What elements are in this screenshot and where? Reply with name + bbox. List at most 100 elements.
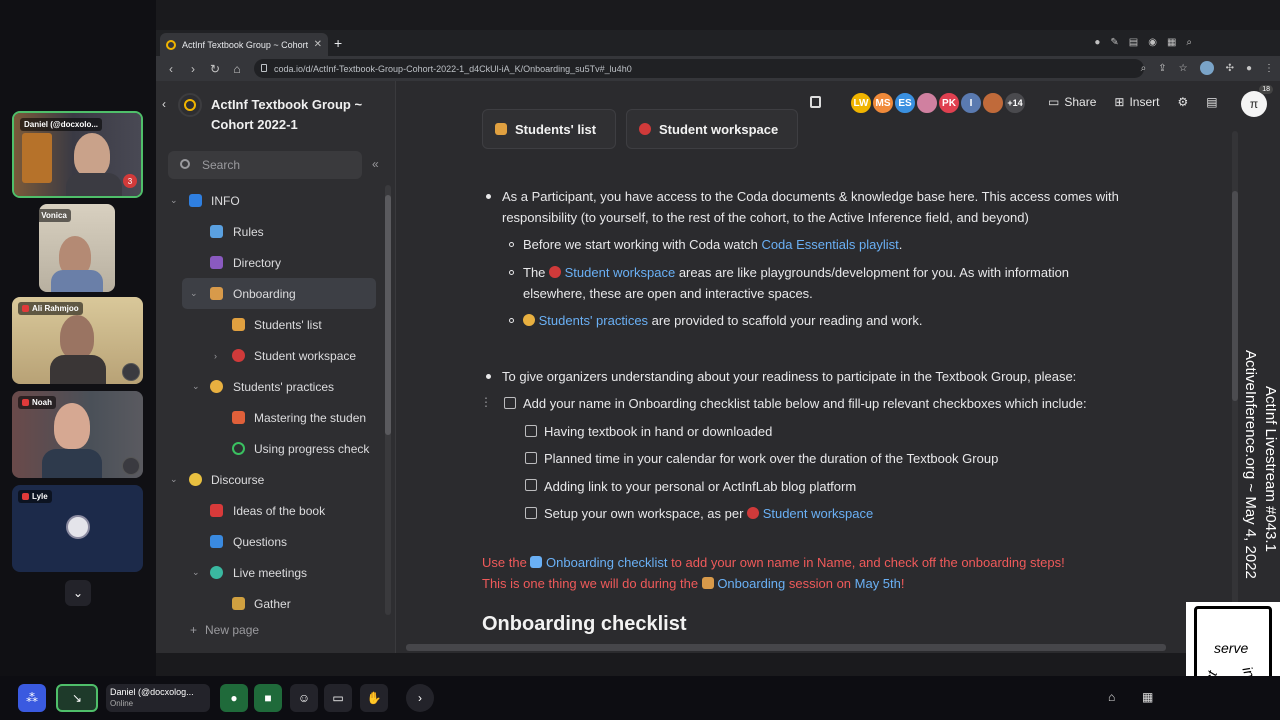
extension-icon[interactable]: ● (1094, 37, 1100, 48)
checkbox[interactable] (504, 397, 516, 409)
sidebar-item-onboarding[interactable]: ⌄ Onboarding (182, 278, 376, 309)
settings-icon[interactable]: ⚙ (1177, 95, 1188, 109)
reload-icon[interactable]: ↻ (204, 62, 226, 76)
sidebar-item-discourse[interactable]: ⌄ Discourse (156, 464, 382, 495)
search-input[interactable]: Search (168, 151, 362, 179)
puzzle-icon[interactable]: ✣ (1226, 63, 1234, 74)
avatar[interactable] (915, 91, 939, 115)
chevron-down-icon[interactable]: ⌄ (190, 288, 198, 299)
student-workspace-link[interactable]: Student workspace (763, 506, 874, 521)
content-scrollbar[interactable] (1232, 131, 1238, 611)
sidebar-item-questions[interactable]: Questions (156, 526, 382, 557)
avatar[interactable]: ES (893, 91, 917, 115)
extension-icon[interactable]: ▦ (1167, 37, 1176, 48)
sidebar-item-rules[interactable]: Rules (156, 216, 382, 247)
menu-icon[interactable]: ⋮ (1264, 63, 1274, 74)
mic-icon[interactable]: ● (220, 684, 248, 712)
coda-essentials-link[interactable]: Coda Essentials playlist (761, 237, 898, 252)
sidebar-item-progress-check[interactable]: Using progress check (156, 433, 382, 464)
onboarding-icon (210, 287, 223, 300)
participant-tile-noah[interactable]: Noah (12, 391, 143, 478)
sidebar-item-label: Mastering the studen (254, 410, 367, 425)
student-workspace-link[interactable]: Student workspace (565, 265, 676, 280)
chevron-left-icon[interactable]: ‹ (162, 97, 166, 111)
chevron-down-icon[interactable]: ⌄ (192, 567, 200, 578)
participant-tile-ali[interactable]: Ali Rahmjoo (12, 297, 143, 384)
sidebar-item-ideas[interactable]: Ideas of the book (156, 495, 382, 526)
url-field[interactable]: coda.io/d/ActInf-Textbook-Group-Cohort-2… (254, 59, 1144, 78)
chevron-down-icon[interactable]: ⌄ (192, 381, 200, 392)
new-tab-button[interactable]: + (334, 35, 342, 51)
notifications-icon[interactable]: π 18 (1241, 85, 1273, 117)
next-icon[interactable]: › (406, 684, 434, 712)
horizontal-scrollbar[interactable] (406, 644, 1166, 651)
screen-share-icon[interactable]: ▭ (324, 684, 352, 712)
zoom-icon[interactable]: ⌕ (1141, 63, 1147, 74)
emoji-icon[interactable]: ☺ (290, 684, 318, 712)
comment-icon[interactable]: ▤ (1206, 95, 1217, 109)
chat-icon[interactable]: ⌂ (1108, 690, 1115, 704)
participant-tile-ion[interactable]: Ion Vonica (39, 204, 115, 292)
students-practices-link[interactable]: Students' practices (539, 313, 648, 328)
checkbox[interactable] (525, 479, 537, 491)
user-icon[interactable]: ● (1246, 63, 1252, 74)
student-workspace-button[interactable]: Student workspace (626, 109, 798, 149)
minimize-icon[interactable]: ↘ (56, 684, 98, 712)
onboarding-link[interactable]: Onboarding (717, 576, 785, 591)
self-status[interactable]: Daniel (@docxolog... Online (106, 684, 210, 712)
avatar[interactable]: LW (849, 91, 873, 115)
sidebar-item-directory[interactable]: Directory (156, 247, 382, 278)
share-button[interactable]: ▭ Share (1048, 95, 1096, 109)
paragraph-text: are provided to scaffold your reading an… (648, 313, 923, 328)
extension-icon[interactable]: ◉ (1148, 37, 1157, 48)
forward-icon[interactable]: › (182, 62, 204, 76)
profile-avatar[interactable] (1199, 61, 1214, 75)
insert-button[interactable]: ⊞ Insert (1114, 95, 1159, 109)
checkbox[interactable] (525, 425, 537, 437)
date-link[interactable]: May 5th (855, 576, 901, 591)
browser-tab[interactable]: ActInf Textbook Group ~ Cohort 20... ✕ (160, 33, 328, 56)
new-page-button[interactable]: + New page (190, 623, 259, 637)
participant-tile-daniel[interactable]: Daniel (@docxolo... 3 (12, 111, 143, 198)
share-icon[interactable]: ⇪ (1158, 63, 1166, 74)
back-icon[interactable]: ‹ (160, 62, 182, 76)
sidebar-item-mastering[interactable]: Mastering the studen (156, 402, 382, 433)
onboarding-checklist-link[interactable]: Onboarding checklist (546, 555, 667, 570)
raise-hand-icon[interactable]: ✋ (360, 684, 388, 712)
sidebar-item-live-meetings[interactable]: ⌄ Live meetings (156, 557, 382, 588)
avatar[interactable] (981, 91, 1005, 115)
doc-title[interactable]: ActInf Textbook Group ~ Cohort 2022-1 (211, 95, 362, 135)
sidebar-item-student-workspace[interactable]: › Student workspace (156, 340, 382, 371)
avatar[interactable]: PK (937, 91, 961, 115)
participant-tile-lyle[interactable]: Lyle (12, 485, 143, 572)
participants-panel: Daniel (@docxolo... 3 Ion Vonica Ali Rah… (0, 0, 156, 676)
home-icon[interactable]: ⌂ (226, 62, 248, 76)
apps-icon[interactable]: ⁂ (18, 684, 46, 712)
collapse-sidebar-icon[interactable]: « (372, 157, 379, 171)
sidebar-scrollbar[interactable] (385, 185, 391, 615)
sidebar-item-gather[interactable]: Gather (156, 588, 382, 619)
drag-handle-icon[interactable]: ⋮ (480, 395, 492, 409)
avatar[interactable]: I (959, 91, 983, 115)
chevron-down-icon[interactable]: ⌄ (170, 195, 178, 206)
extension-icon[interactable]: ▤ (1129, 37, 1138, 48)
chevron-down-icon[interactable]: ⌄ (65, 580, 91, 606)
chevron-right-icon[interactable]: › (214, 351, 217, 361)
avatar[interactable]: MS (871, 91, 895, 115)
students-list-button[interactable]: Students' list (482, 109, 616, 149)
checkbox[interactable] (525, 452, 537, 464)
star-icon[interactable]: ☆ (1179, 63, 1188, 74)
extension-icon[interactable]: ✎ (1110, 37, 1118, 48)
lock-icon[interactable] (810, 96, 821, 108)
calendar-icon[interactable]: ▦ (1142, 690, 1153, 704)
sidebar-item-students-practices[interactable]: ⌄ Students' practices (156, 371, 382, 402)
camera-icon[interactable]: ■ (254, 684, 282, 712)
close-icon[interactable]: ✕ (314, 39, 322, 50)
search-icon[interactable]: ⌕ (1186, 37, 1192, 48)
checkbox[interactable] (525, 507, 537, 519)
sidebar-item-students-list[interactable]: Students' list (156, 309, 382, 340)
sidebar-item-info[interactable]: ⌄ INFO (156, 185, 382, 216)
chevron-down-icon[interactable]: ⌄ (170, 474, 178, 485)
more-collaborators[interactable]: +14 (1003, 91, 1027, 115)
coda-app: ‹ ActInf Textbook Group ~ Cohort 2022-1 … (156, 81, 1280, 653)
